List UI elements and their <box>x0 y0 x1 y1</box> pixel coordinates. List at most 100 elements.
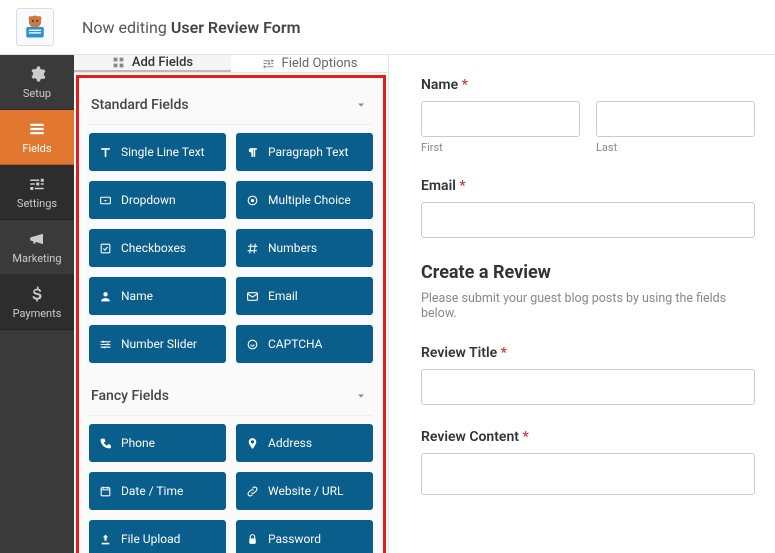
review-title-label: Review Title * <box>421 345 755 361</box>
fancy-fields-grid: Phone Address Date / Time Website / URL … <box>89 424 373 553</box>
first-name-input[interactable] <box>421 101 580 137</box>
field-label: CAPTCHA <box>268 337 323 351</box>
nav-marketing[interactable]: Marketing <box>0 220 74 275</box>
calendar-icon <box>99 485 112 498</box>
upload-icon <box>99 533 112 546</box>
checkbox-icon <box>99 242 112 255</box>
nav-setup[interactable]: Setup <box>0 55 74 110</box>
field-number-slider[interactable]: Number Slider <box>89 325 226 363</box>
nav-fields-label: Fields <box>22 142 51 155</box>
field-label: Date / Time <box>121 484 183 498</box>
field-paragraph-text[interactable]: Paragraph Text <box>236 133 373 171</box>
nav-marketing-label: Marketing <box>12 252 61 265</box>
sliders-small-icon <box>262 57 275 70</box>
field-label: Password <box>268 532 321 546</box>
email-input[interactable] <box>421 202 755 238</box>
review-title-label-text: Review Title <box>421 345 497 361</box>
paragraph-icon <box>246 146 259 159</box>
phone-icon <box>99 437 112 450</box>
hash-icon <box>246 242 259 255</box>
required-mark: * <box>522 429 528 445</box>
field-label: Numbers <box>268 241 317 255</box>
group-fancy-header[interactable]: Fancy Fields <box>89 377 373 416</box>
fields-area: Standard Fields Single Line Text Paragra… <box>76 75 386 553</box>
field-multiple-choice[interactable]: Multiple Choice <box>236 181 373 219</box>
dollar-icon <box>28 285 46 303</box>
field-dropdown[interactable]: Dropdown <box>89 181 226 219</box>
field-label: Website / URL <box>268 484 344 498</box>
email-label-text: Email <box>421 178 456 194</box>
field-label: File Upload <box>121 532 180 546</box>
nav-settings[interactable]: Settings <box>0 165 74 220</box>
field-captcha[interactable]: CAPTCHA <box>236 325 373 363</box>
editing-label: Now editing User Review Form <box>82 18 301 37</box>
sliders-icon <box>28 175 46 193</box>
review-content-label-text: Review Content <box>421 429 519 445</box>
grid-add-icon <box>112 56 125 69</box>
tab-add-fields[interactable]: Add Fields <box>74 55 231 72</box>
required-mark: * <box>459 178 465 194</box>
group-standard-label: Standard Fields <box>91 97 189 113</box>
last-sublabel: Last <box>596 141 755 154</box>
preview-review-title-block: Review Title * <box>421 345 755 405</box>
megaphone-icon <box>28 230 46 248</box>
name-label: Name * <box>421 77 755 93</box>
required-mark: * <box>501 345 507 361</box>
preview-review-content-block: Review Content * <box>421 429 755 499</box>
standard-fields-grid: Single Line Text Paragraph Text Dropdown… <box>89 133 373 363</box>
preview-email-block: Email * <box>421 178 755 238</box>
nav-fields[interactable]: Fields <box>0 110 74 165</box>
field-name[interactable]: Name <box>89 277 226 315</box>
required-mark: * <box>462 77 468 93</box>
panel-tabs: Add Fields Field Options <box>74 55 388 73</box>
lock-icon <box>246 533 259 546</box>
field-address[interactable]: Address <box>236 424 373 462</box>
field-email[interactable]: Email <box>236 277 373 315</box>
chevron-down-icon <box>355 390 367 402</box>
nav-payments-label: Payments <box>13 307 62 320</box>
list-icon <box>28 120 46 138</box>
field-label: Name <box>121 289 153 303</box>
field-file-upload[interactable]: File Upload <box>89 520 226 553</box>
envelope-icon <box>246 290 259 303</box>
field-label: Email <box>268 289 298 303</box>
first-sublabel: First <box>421 141 580 154</box>
field-password[interactable]: Password <box>236 520 373 553</box>
section-title: Create a Review <box>421 262 755 283</box>
name-label-text: Name <box>421 77 458 93</box>
text-icon <box>99 146 112 159</box>
fields-panel: Add Fields Field Options Standard Fields… <box>74 55 389 553</box>
review-title-input[interactable] <box>421 369 755 405</box>
nav-payments[interactable]: Payments <box>0 275 74 330</box>
sidebar: Setup Fields Settings Marketing Payments <box>0 55 74 553</box>
tab-field-options-label: Field Options <box>282 56 358 71</box>
group-standard-header[interactable]: Standard Fields <box>89 86 373 125</box>
review-content-input[interactable] <box>421 453 755 495</box>
chevron-down-icon <box>355 99 367 111</box>
section-description: Please submit your guest blog posts by u… <box>421 291 755 321</box>
field-label: Dropdown <box>121 193 176 207</box>
editing-prefix: Now editing <box>82 18 167 37</box>
app-logo <box>16 8 54 46</box>
field-numbers[interactable]: Numbers <box>236 229 373 267</box>
preview-name-block: Name * First Last <box>421 77 755 154</box>
field-label: Multiple Choice <box>268 193 351 207</box>
form-preview: Name * First Last Email * Cr <box>389 55 775 553</box>
tab-field-options[interactable]: Field Options <box>231 55 388 72</box>
field-label: Single Line Text <box>121 145 205 159</box>
group-fancy-label: Fancy Fields <box>91 388 169 404</box>
field-checkboxes[interactable]: Checkboxes <box>89 229 226 267</box>
field-phone[interactable]: Phone <box>89 424 226 462</box>
field-single-line-text[interactable]: Single Line Text <box>89 133 226 171</box>
bear-form-icon <box>21 13 49 41</box>
field-label: Checkboxes <box>121 241 186 255</box>
slider-icon <box>99 338 112 351</box>
nav-setup-label: Setup <box>23 87 51 100</box>
field-date-time[interactable]: Date / Time <box>89 472 226 510</box>
last-name-input[interactable] <box>596 101 755 137</box>
field-website-url[interactable]: Website / URL <box>236 472 373 510</box>
gear-icon <box>28 65 46 83</box>
email-label: Email * <box>421 178 755 194</box>
preview-section-block: Create a Review Please submit your guest… <box>421 262 755 321</box>
field-label: Phone <box>121 436 155 450</box>
